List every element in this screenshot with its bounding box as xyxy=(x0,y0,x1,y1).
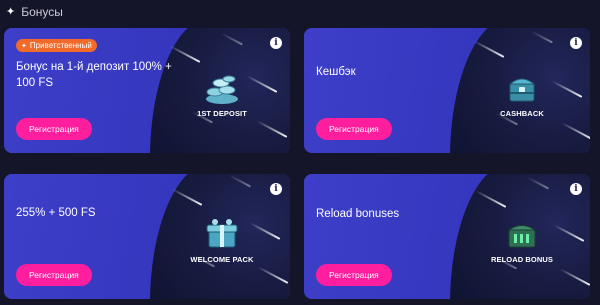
bonus-title: Бонус на 1-й депозит 100% + 100 FS xyxy=(16,61,172,89)
bonus-card-first-deposit[interactable]: i ✦ Приветственный Бонус на 1-й депозит … xyxy=(4,28,290,153)
section-title: Бонусы xyxy=(21,5,63,19)
bonus-title: Кешбэк xyxy=(316,66,356,78)
bonus-card-reload[interactable]: i Reload bonuses Регистрация RELOAD BONU… xyxy=(304,174,590,299)
sparkle-icon: ✦ xyxy=(6,5,16,18)
register-button[interactable]: Регистрация xyxy=(16,264,92,286)
coins-icon xyxy=(203,70,241,106)
bonus-title: 255% + 500 FS xyxy=(16,207,96,219)
sparkle-icon: ✦ xyxy=(21,42,27,50)
register-button[interactable]: Регистрация xyxy=(316,118,392,140)
item-caption: CASHBACK xyxy=(500,109,544,118)
section-header: ✦ Бонусы xyxy=(6,4,63,20)
bonus-title: Reload bonuses xyxy=(316,208,400,220)
item-caption: RELOAD BONUS xyxy=(490,255,554,264)
bonus-item: 1ST DEPOSIT xyxy=(187,70,257,118)
item-caption: WELCOME PACK xyxy=(190,255,254,264)
chest-icon xyxy=(503,70,541,106)
register-button[interactable]: Регистрация xyxy=(316,264,392,286)
bonus-card-cashback[interactable]: i Кешбэк Регистрация CASHBACK xyxy=(304,28,590,153)
bonus-item: CASHBACK xyxy=(487,70,557,118)
info-icon[interactable]: i xyxy=(270,37,282,49)
bonus-item: WELCOME PACK xyxy=(187,216,257,264)
info-icon[interactable]: i xyxy=(570,183,582,195)
bonus-item: RELOAD BONUS xyxy=(487,216,557,264)
item-caption: 1ST DEPOSIT xyxy=(197,109,247,118)
bonus-card-welcome-pack[interactable]: i 255% + 500 FS Регистрация WELCOME PACK xyxy=(4,174,290,299)
register-button[interactable]: Регистрация xyxy=(16,118,92,140)
welcome-badge: ✦ Приветственный xyxy=(16,39,97,52)
info-icon[interactable]: i xyxy=(270,183,282,195)
info-icon[interactable]: i xyxy=(570,37,582,49)
welcome-box-icon xyxy=(203,216,241,252)
reload-chest-icon xyxy=(503,216,541,252)
